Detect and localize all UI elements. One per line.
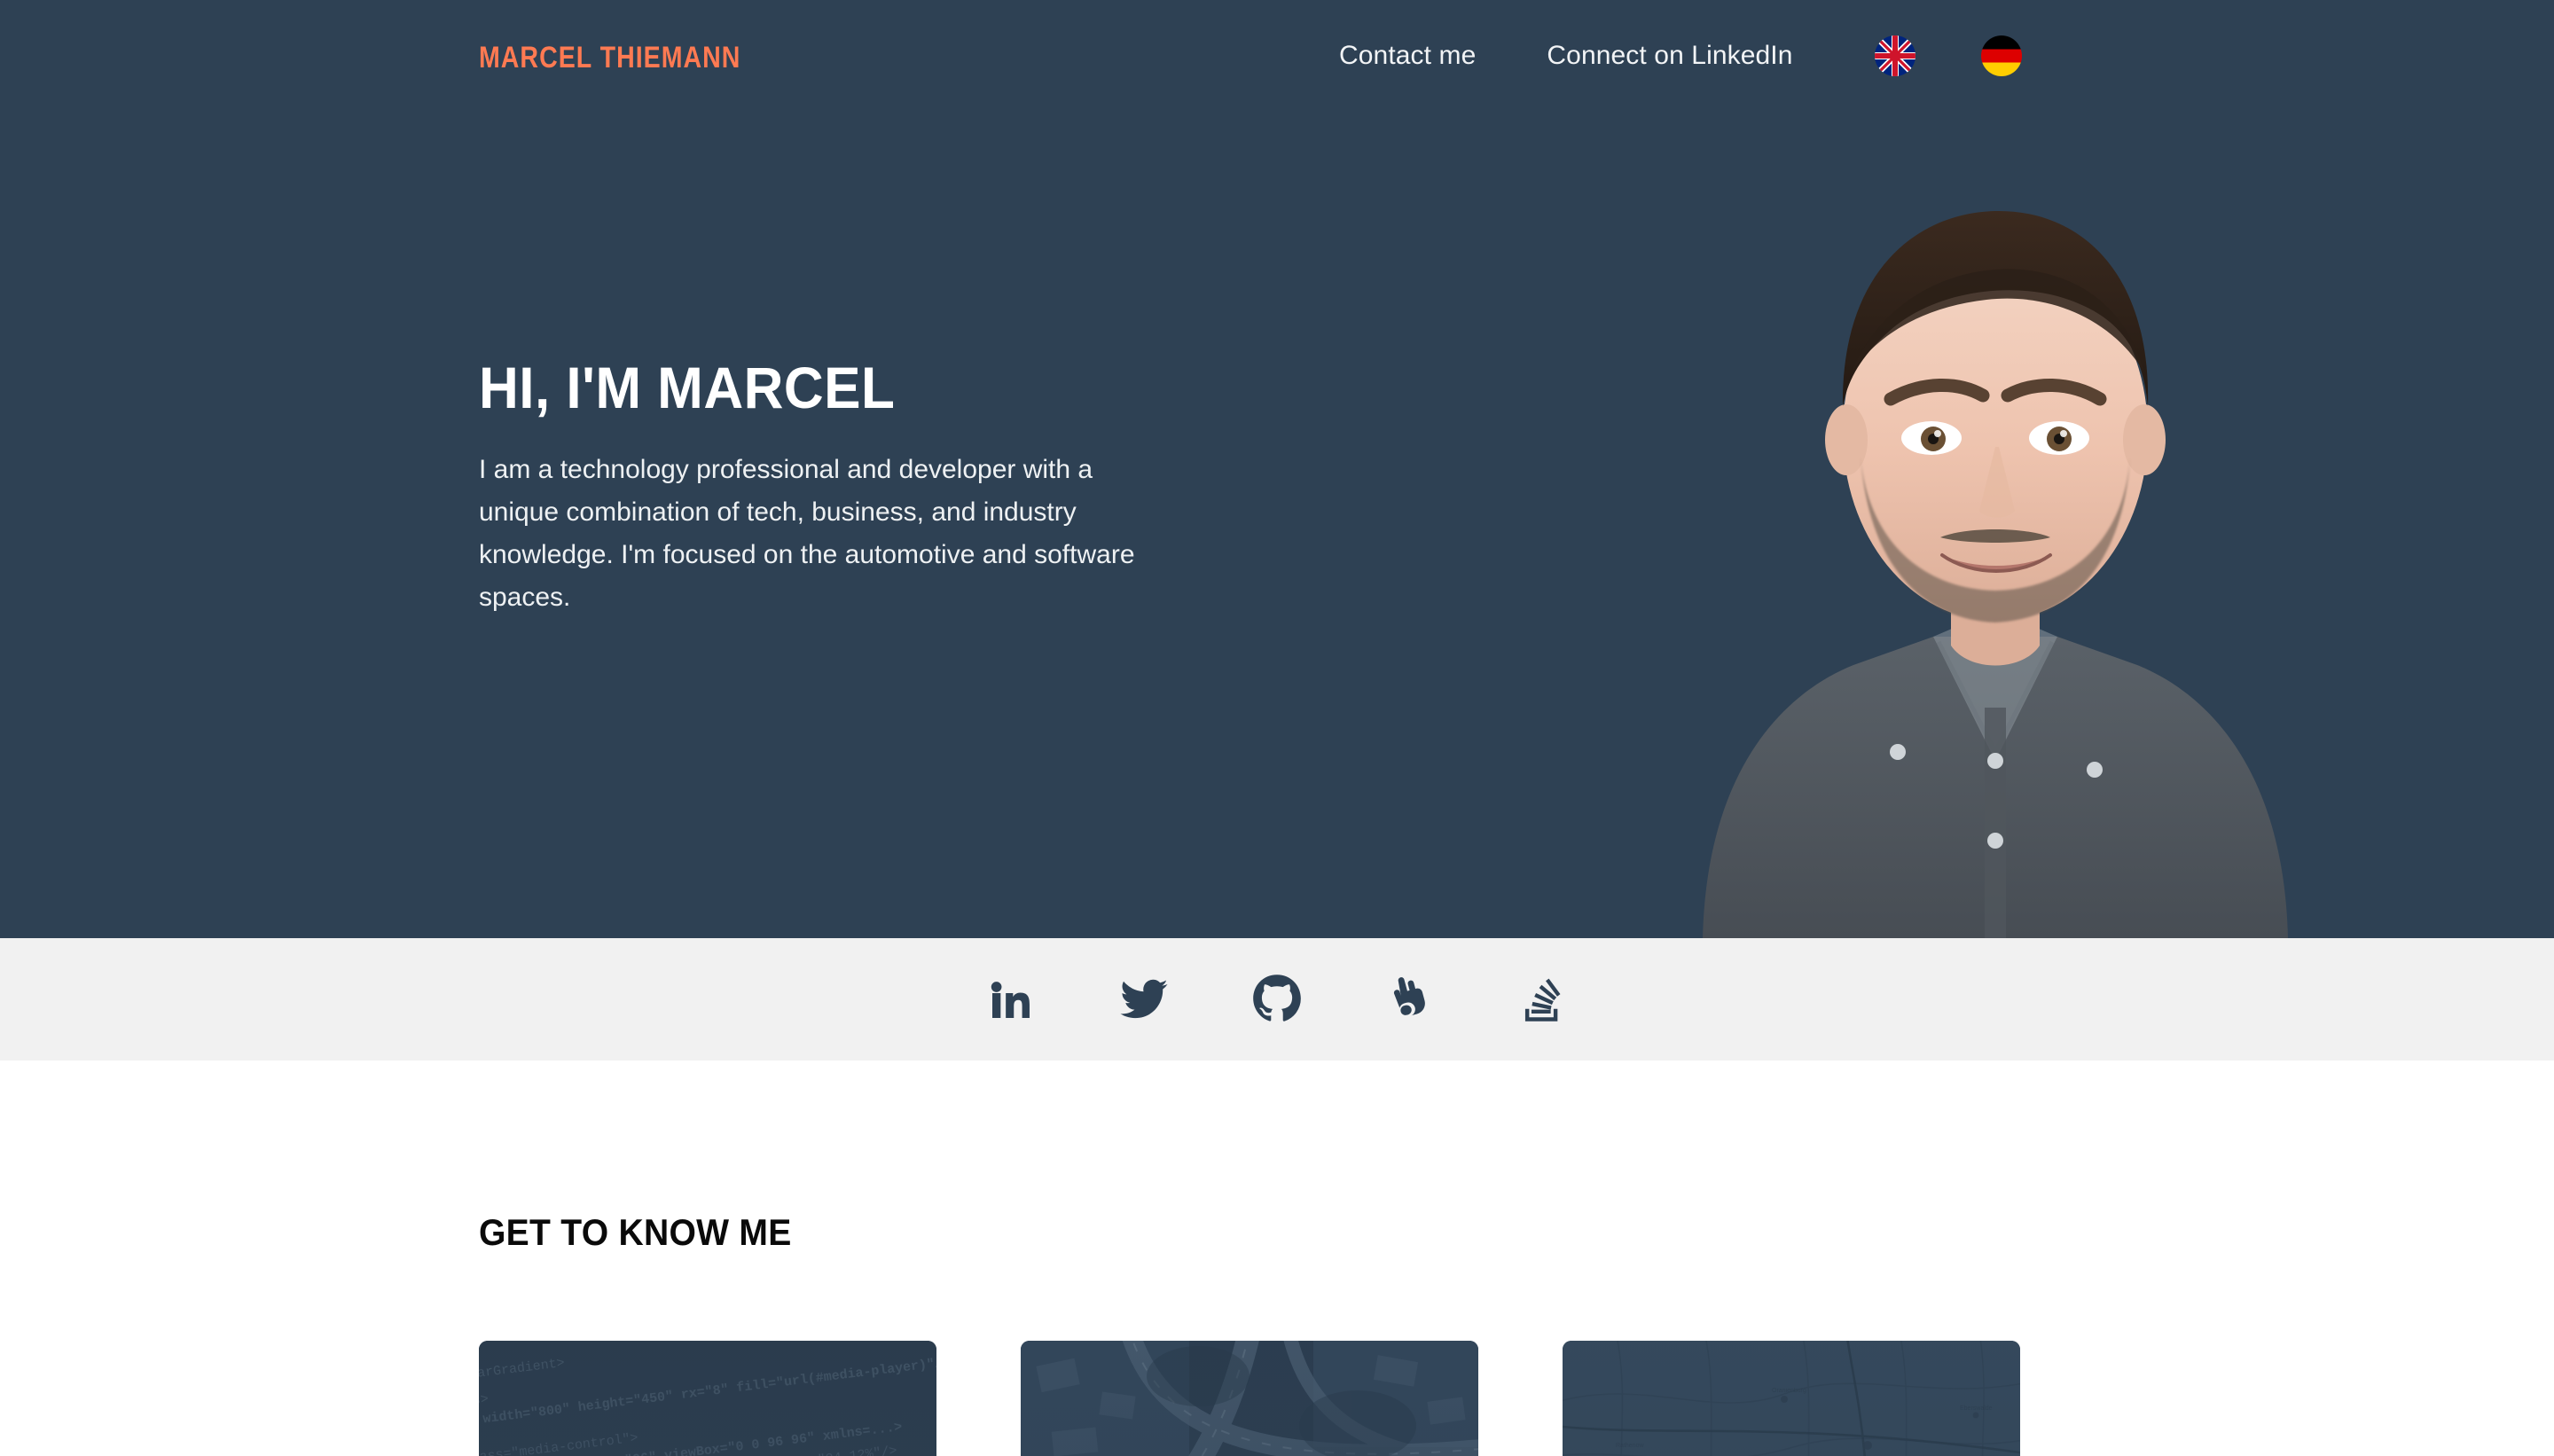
nav-connect-linkedin[interactable]: Connect on LinkedIn bbox=[1547, 43, 1792, 69]
social-link-dev[interactable] bbox=[1383, 972, 1438, 1027]
social-link-twitter[interactable] bbox=[1116, 972, 1171, 1027]
card-overlay bbox=[1021, 1341, 1478, 1456]
github-icon bbox=[1251, 974, 1303, 1025]
card-overlay bbox=[479, 1341, 936, 1456]
nav-links-group: Contact me Connect on LinkedIn bbox=[1339, 35, 2022, 76]
twitter-icon bbox=[1118, 974, 1170, 1025]
flag-germany-icon bbox=[1980, 35, 2022, 76]
stack-overflow-icon bbox=[1518, 975, 1568, 1024]
page-title: HI, I'M MARCEL bbox=[479, 355, 896, 420]
card-technical[interactable]: </linearGradient> </defs> <rect width="8… bbox=[479, 1341, 936, 1456]
linkedin-icon bbox=[986, 975, 1036, 1024]
top-navigation: MARCEL THIEMANN Contact me Connect on Li… bbox=[0, 0, 2554, 115]
hero-copy: HI, I'M MARCEL I am a technology profess… bbox=[479, 358, 1188, 619]
card-international[interactable]: Oranienburg Fürstenwalde Brandenburg Kön… bbox=[1563, 1341, 2020, 1456]
flag-uk-icon bbox=[1874, 35, 1916, 76]
portrait-photo bbox=[1437, 140, 2554, 938]
section-title: GET TO KNOW ME bbox=[479, 1211, 792, 1253]
hero-section: MARCEL THIEMANN Contact me Connect on Li… bbox=[0, 0, 2554, 938]
social-link-stackoverflow[interactable] bbox=[1516, 972, 1571, 1027]
dev-peace-hand-icon bbox=[1385, 975, 1435, 1024]
language-switch-english[interactable] bbox=[1874, 35, 1916, 76]
language-switch-german[interactable] bbox=[1980, 35, 2022, 76]
cards-grid: </linearGradient> </defs> <rect width="8… bbox=[479, 1341, 2554, 1456]
card-industry[interactable]: Industry bbox=[1021, 1341, 1478, 1456]
social-link-linkedin[interactable] bbox=[983, 972, 1038, 1027]
nav-contact-me[interactable]: Contact me bbox=[1339, 43, 1476, 69]
social-links-bar bbox=[0, 938, 2554, 1061]
card-overlay bbox=[1563, 1341, 2020, 1456]
get-to-know-me-section: GET TO KNOW ME </linearGradient> </defs>… bbox=[0, 1061, 2554, 1456]
hero-subtitle: I am a technology professional and devel… bbox=[479, 455, 1135, 612]
site-logo[interactable]: MARCEL THIEMANN bbox=[479, 41, 740, 75]
social-link-github[interactable] bbox=[1250, 972, 1304, 1027]
